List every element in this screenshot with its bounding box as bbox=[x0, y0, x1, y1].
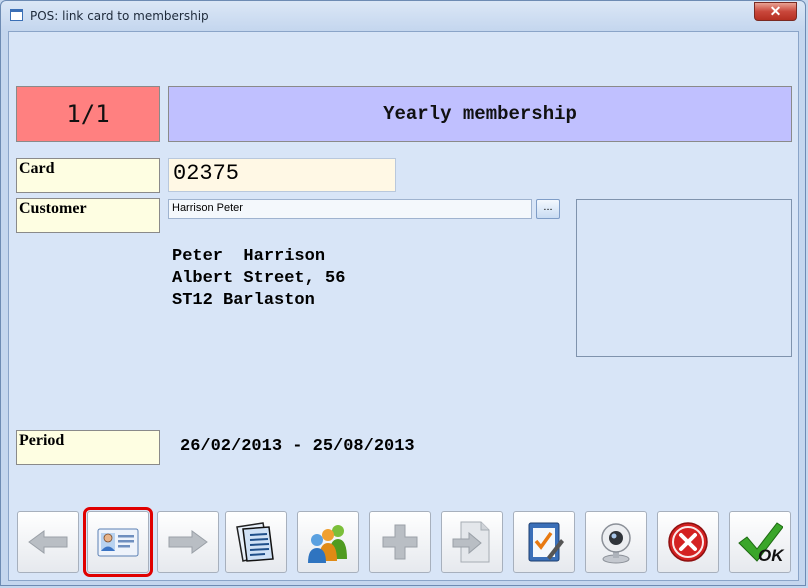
customer-photo-frame bbox=[576, 199, 792, 357]
webcam-icon bbox=[601, 523, 631, 564]
members-button[interactable] bbox=[297, 511, 359, 573]
window-title: POS: link card to membership bbox=[30, 9, 209, 23]
export-button[interactable] bbox=[441, 511, 503, 573]
add-button[interactable] bbox=[369, 511, 431, 573]
card-number-field[interactable]: 02375 bbox=[168, 158, 396, 192]
customer-label: Customer bbox=[16, 198, 160, 233]
membership-name: Yearly membership bbox=[168, 86, 792, 142]
document-export-icon bbox=[452, 521, 490, 563]
close-button[interactable]: ✕ bbox=[754, 2, 797, 21]
id-card-icon bbox=[97, 528, 139, 557]
customer-field[interactable]: Harrison Peter bbox=[168, 199, 532, 219]
ok-button[interactable]: OK bbox=[729, 511, 791, 573]
cancel-icon bbox=[668, 522, 708, 562]
record-counter: 1/1 bbox=[16, 86, 160, 142]
clipboard-check-icon bbox=[528, 522, 564, 562]
webcam-button[interactable] bbox=[585, 511, 647, 573]
customer-address: Peter Harrison Albert Street, 56 ST12 Barl… bbox=[172, 246, 345, 312]
address-line-name: Peter Harrison bbox=[172, 247, 326, 266]
address-line-city: ST12 Barlaston bbox=[172, 291, 315, 310]
link-card-button[interactable] bbox=[83, 507, 153, 577]
customer-browse-button[interactable]: ... bbox=[536, 199, 560, 219]
address-line-street: Albert Street, 56 bbox=[172, 269, 346, 288]
arrow-left-icon bbox=[28, 530, 68, 554]
documents-button[interactable] bbox=[225, 511, 287, 573]
ok-label: OK bbox=[758, 546, 784, 565]
documents-icon bbox=[236, 522, 274, 562]
title-bar[interactable]: POS: link card to membership ✕ bbox=[1, 1, 805, 31]
plus-icon bbox=[382, 524, 418, 560]
period-value: 26/02/2013 - 25/08/2013 bbox=[180, 437, 415, 456]
card-label: Card bbox=[16, 158, 160, 193]
checklist-button[interactable] bbox=[513, 511, 575, 573]
window-icon bbox=[10, 9, 23, 21]
cancel-button[interactable] bbox=[657, 511, 719, 573]
previous-button[interactable] bbox=[17, 511, 79, 573]
users-group-icon bbox=[308, 525, 347, 563]
next-button[interactable] bbox=[157, 511, 219, 573]
period-label: Period bbox=[16, 430, 160, 465]
arrow-right-icon bbox=[168, 530, 208, 554]
